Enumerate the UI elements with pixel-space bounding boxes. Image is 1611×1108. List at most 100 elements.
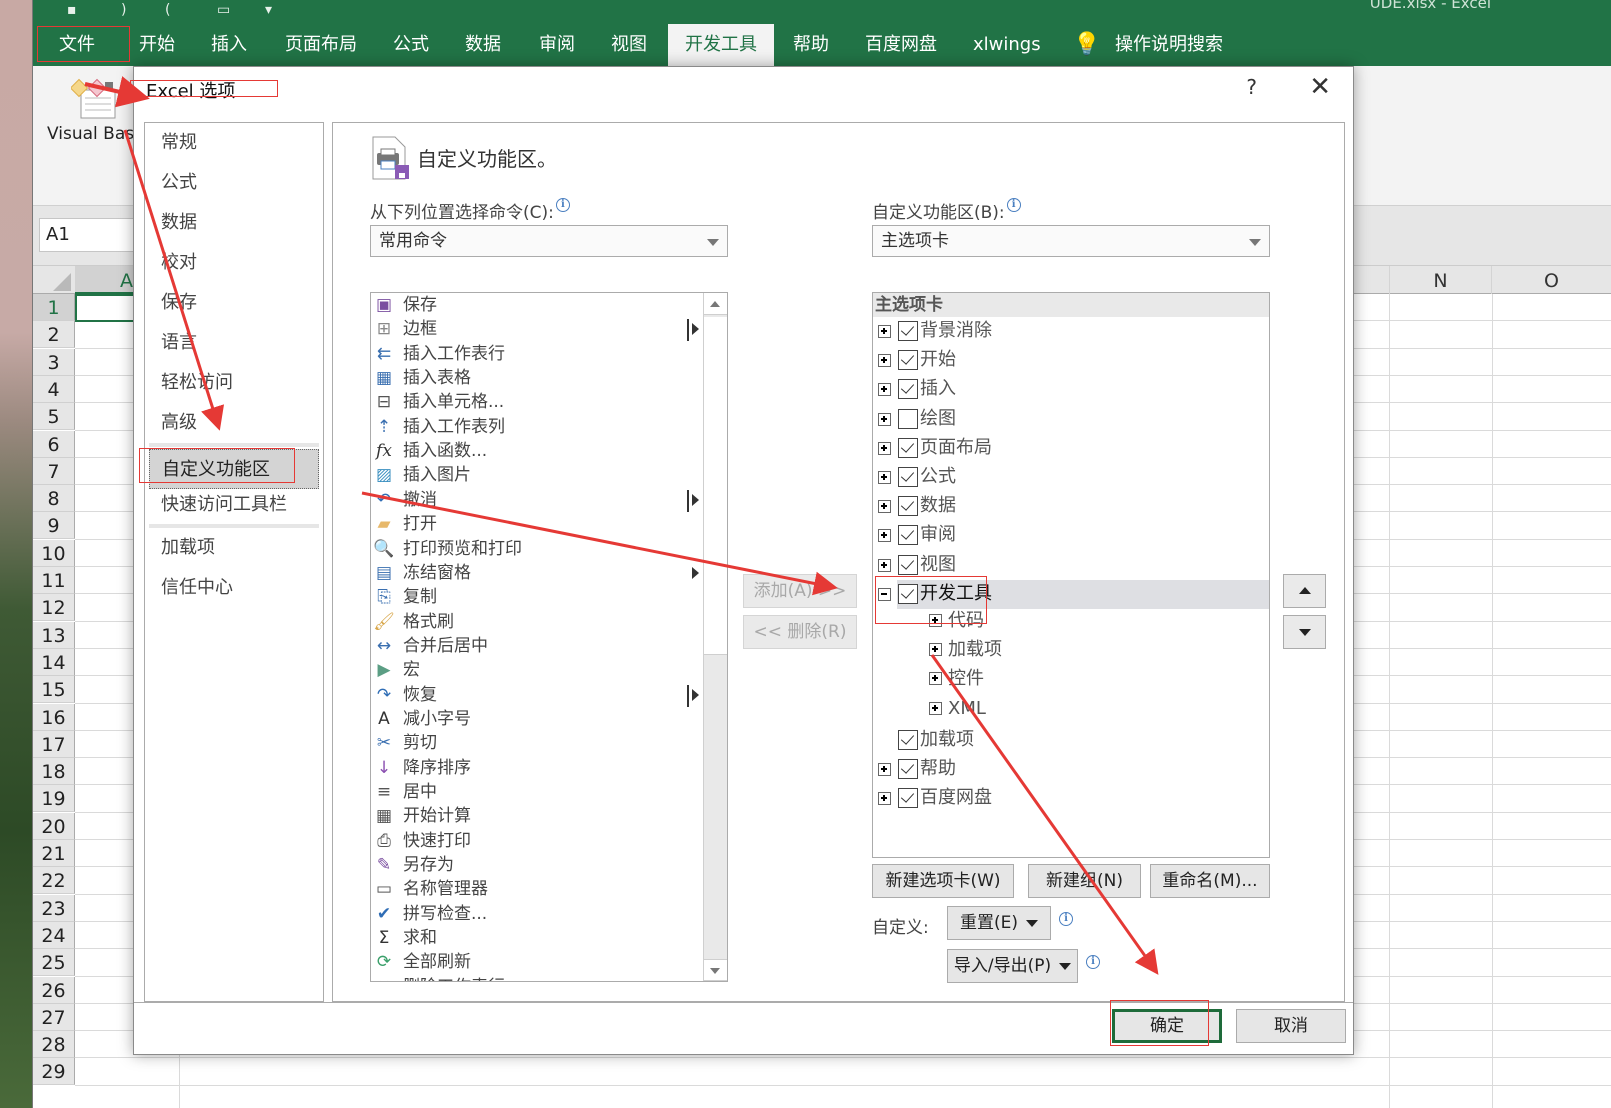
tab-page-layout[interactable]: 页面布局 — [285, 24, 357, 66]
tree-group-item[interactable]: 控件 — [873, 667, 1269, 696]
expand-icon[interactable] — [878, 441, 891, 455]
tab-checkbox[interactable] — [898, 496, 918, 517]
column-header-n[interactable]: N — [1389, 266, 1492, 294]
touch-mode-icon[interactable]: ▭ — [217, 2, 230, 18]
row-header[interactable]: 13 — [33, 621, 75, 649]
command-item[interactable]: ▭ 名称管理器 — [371, 877, 703, 901]
cancel-button[interactable]: 取消 — [1236, 1009, 1346, 1043]
row-header[interactable]: 7 — [33, 457, 75, 485]
row-header[interactable]: 29 — [33, 1058, 75, 1086]
row-header[interactable]: 20 — [33, 812, 75, 840]
nav-item-trust-center[interactable]: 信任中心 — [145, 568, 323, 608]
tree-tab-item[interactable]: 审阅 — [873, 521, 1269, 550]
new-group-button[interactable]: 新建组(N) — [1028, 864, 1141, 898]
expand-icon[interactable] — [878, 354, 891, 368]
nav-item-customize-ribbon[interactable]: 自定义功能区 — [149, 449, 319, 489]
import-export-button[interactable]: 导入/导出(P) — [947, 949, 1078, 983]
command-item[interactable]: ⇇ 插入工作表行 — [371, 342, 703, 366]
command-item[interactable]: 🖌 格式刷 — [371, 610, 703, 634]
command-item[interactable]: ✎ 另存为 — [371, 853, 703, 877]
ok-button[interactable]: 确定 — [1112, 1009, 1222, 1043]
rename-button[interactable]: 重命名(M)... — [1150, 864, 1270, 898]
select-all-corner[interactable] — [33, 266, 75, 294]
info-icon[interactable]: i — [1006, 198, 1021, 212]
tab-data[interactable]: 数据 — [465, 24, 501, 66]
row-header[interactable]: 22 — [33, 867, 75, 895]
tab-xlwings[interactable]: xlwings — [973, 24, 1041, 66]
expand-icon[interactable] — [878, 529, 891, 543]
nav-item-data[interactable]: 数据 — [145, 203, 323, 243]
tree-group-item[interactable]: XML — [873, 697, 1269, 726]
tab-developer[interactable]: 开发工具 — [668, 24, 774, 66]
command-item[interactable]: ▶ 宏 — [371, 658, 703, 682]
tab-checkbox[interactable] — [898, 321, 918, 341]
nav-item-advanced[interactable]: 高级 — [145, 403, 323, 443]
tell-me-search[interactable]: 操作说明搜索 — [1115, 24, 1223, 66]
command-item[interactable]: ↓ 降序排序 — [371, 756, 703, 780]
nav-item-quick-access-toolbar[interactable]: 快速访问工具栏 — [145, 485, 323, 525]
tab-checkbox[interactable] — [898, 729, 918, 750]
command-item[interactable]: 🔍 打印预览和打印 — [371, 537, 703, 561]
command-item[interactable]: ✂ 剪切 — [371, 731, 703, 755]
nav-item-proofing[interactable]: 校对 — [145, 243, 323, 283]
collapse-icon[interactable] — [878, 587, 891, 601]
tab-checkbox[interactable] — [898, 437, 918, 458]
tree-tab-item[interactable]: 帮助 — [873, 755, 1269, 784]
close-icon[interactable]: ✕ — [1309, 73, 1331, 101]
row-header[interactable]: 25 — [33, 949, 75, 977]
nav-item-save[interactable]: 保存 — [145, 283, 323, 323]
tab-insert[interactable]: 插入 — [211, 24, 247, 66]
visual-basic-icon[interactable] — [71, 78, 117, 120]
column-header-o[interactable]: O — [1492, 266, 1611, 294]
row-header[interactable]: 24 — [33, 921, 75, 949]
nav-item-accessibility[interactable]: 轻松访问 — [145, 363, 323, 403]
expand-icon[interactable] — [878, 500, 891, 514]
command-item[interactable]: ⊟ 插入单元格... — [371, 390, 703, 414]
expand-icon[interactable] — [878, 471, 891, 484]
row-header[interactable]: 28 — [33, 1031, 75, 1059]
tab-file[interactable]: 文件 — [59, 24, 95, 66]
row-header[interactable]: 14 — [33, 648, 75, 676]
tree-tab-item[interactable]: 插入 — [873, 375, 1269, 404]
row-header[interactable]: 15 — [33, 676, 75, 704]
command-item[interactable]: ⊞ 边框 — [371, 317, 703, 342]
remove-button[interactable]: << 删除(R) — [743, 615, 857, 649]
expand-icon[interactable] — [878, 325, 891, 338]
tab-checkbox[interactable] — [898, 408, 918, 429]
tree-tab-item[interactable]: 页面布局 — [873, 434, 1269, 463]
scroll-up-button[interactable] — [704, 293, 727, 315]
row-header[interactable]: 17 — [33, 730, 75, 758]
info-icon[interactable]: i — [555, 198, 570, 212]
nav-item-formulas[interactable]: 公式 — [145, 163, 323, 203]
command-item[interactable]: ⎙ 快速打印 — [371, 829, 703, 853]
new-tab-button[interactable]: 新建选项卡(W) — [872, 864, 1014, 898]
tree-group-item[interactable]: 加载项 — [873, 638, 1269, 667]
row-header[interactable]: 21 — [33, 840, 75, 867]
command-item[interactable]: ↔ 合并后居中 — [371, 634, 703, 658]
row-header[interactable]: 4 — [33, 375, 75, 403]
command-item[interactable]: ✕ 删除工作表行 — [371, 975, 703, 981]
undo-icon[interactable]: ) — [121, 2, 126, 18]
row-header[interactable]: 11 — [33, 567, 75, 594]
row-header[interactable]: 19 — [33, 785, 75, 813]
tab-checkbox[interactable] — [898, 788, 918, 809]
tab-baidu-netdisk[interactable]: 百度网盘 — [865, 24, 937, 66]
nav-item-language[interactable]: 语言 — [145, 323, 323, 363]
tab-checkbox[interactable] — [898, 350, 918, 371]
tab-formulas[interactable]: 公式 — [393, 24, 429, 66]
expand-icon[interactable] — [929, 643, 942, 657]
tree-group-item[interactable]: 代码 — [873, 609, 1269, 638]
tab-checkbox[interactable] — [898, 759, 918, 779]
redo-icon[interactable]: ( — [165, 2, 170, 18]
choose-commands-dropdown[interactable]: 常用命令 — [370, 225, 728, 257]
scroll-thumb[interactable] — [704, 317, 727, 655]
save-icon[interactable]: ▪ — [67, 2, 77, 18]
row-header[interactable]: 12 — [33, 594, 75, 622]
expand-icon[interactable] — [878, 558, 891, 572]
tab-home[interactable]: 开始 — [139, 24, 175, 66]
command-item[interactable]: ▨ 插入图片 — [371, 463, 703, 487]
nav-item-general[interactable]: 常规 — [145, 123, 323, 163]
scroll-down-button[interactable] — [704, 959, 727, 981]
row-header[interactable]: 2 — [33, 321, 75, 349]
row-header[interactable]: 23 — [33, 894, 75, 922]
